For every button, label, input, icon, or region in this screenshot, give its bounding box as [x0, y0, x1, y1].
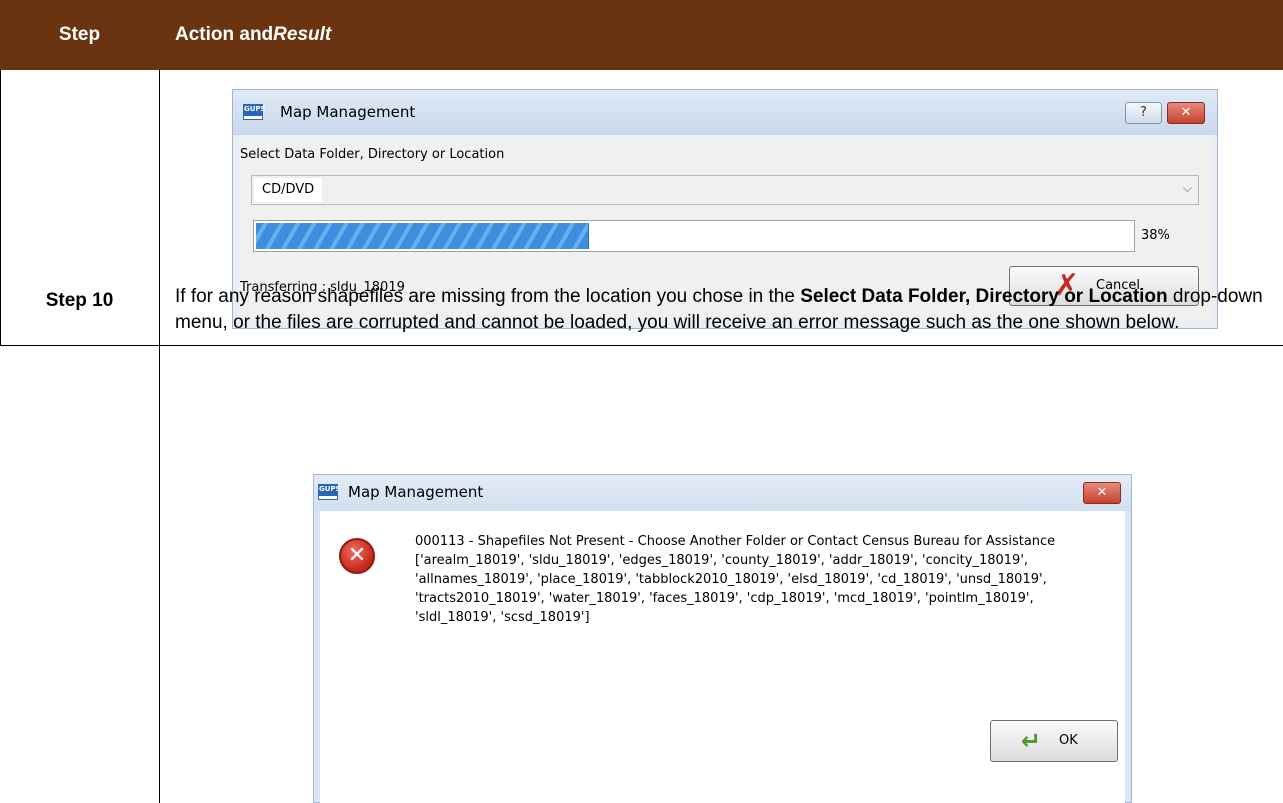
select-location-label: Select Data Folder, Directory or Locatio… — [240, 147, 505, 162]
map-management-error-dialog: GUPS Map Management ✕ ✕ 000113 - Shapefi… — [313, 474, 1132, 803]
ok-button[interactable]: ↵ OK — [990, 720, 1118, 762]
close-icon[interactable]: ✕ — [1083, 482, 1121, 504]
col-divider — [159, 70, 160, 803]
ok-button-label: OK — [1059, 733, 1078, 748]
title-bar: GUPS Map Management ? ✕ — [233, 90, 1217, 135]
step-table: Step Action and Result GUPS Map Manageme… — [0, 0, 1283, 803]
row-divider — [0, 345, 1283, 346]
step-number: Step 10 — [45, 290, 114, 311]
header-step: Step — [58, 24, 101, 45]
error-icon: ✕ — [339, 538, 375, 574]
instruction-bold-term: Select Data Folder, Directory or Locatio… — [800, 286, 1168, 307]
transfer-progress-bar — [253, 220, 1135, 252]
location-dropdown-value: CD/DVD — [254, 178, 323, 202]
header-result-text: Result — [273, 24, 332, 45]
progress-percent: 38% — [1141, 228, 1170, 243]
title-bar: GUPS Map Management ✕ — [314, 475, 1131, 511]
step-instructions: If for any reason shapefiles are missing… — [175, 284, 1265, 336]
dialog-title: Map Management — [280, 103, 416, 121]
help-icon[interactable]: ? — [1125, 102, 1162, 124]
table-header: Step Action and Result — [0, 0, 1283, 70]
header-action-text: Action and — [175, 24, 274, 45]
location-dropdown[interactable]: CD/DVD ⌵ — [251, 175, 1199, 205]
dialog-body: ✕ 000113 - Shapefiles Not Present - Choo… — [320, 511, 1125, 803]
gups-app-icon: GUPS — [319, 485, 341, 499]
green-arrow-icon: ↵ — [1021, 727, 1042, 755]
instruction-text-1: If for any reason shapefiles are missing… — [175, 286, 801, 307]
dialog-title: Map Management — [348, 483, 484, 501]
close-icon[interactable]: ✕ — [1167, 102, 1205, 124]
error-message: 000113 - Shapefiles Not Present - Choose… — [415, 534, 1056, 625]
chevron-down-icon[interactable]: ⌵ — [1183, 181, 1192, 196]
gups-app-icon: GUPS — [244, 105, 266, 119]
header-action: Action and Result — [175, 0, 331, 70]
progress-fill — [256, 223, 589, 249]
